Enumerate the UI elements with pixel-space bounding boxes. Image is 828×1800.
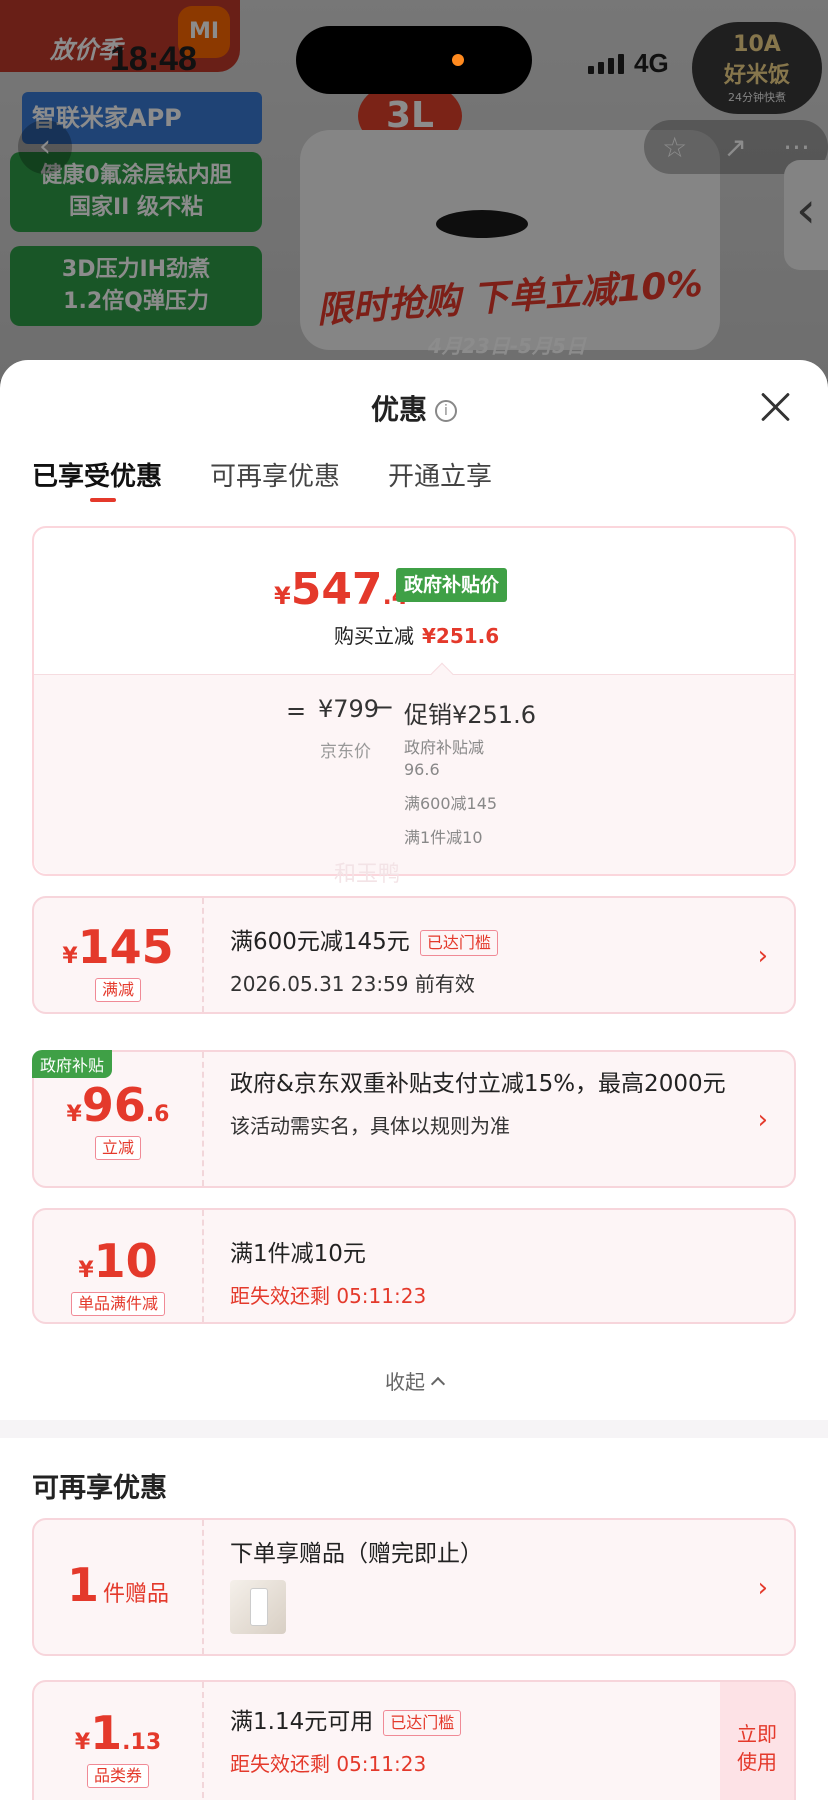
chevron-up-icon	[430, 1376, 446, 1391]
promo-item: 满600减145	[404, 794, 498, 813]
tab-bar: 已享受优惠 可再享优惠 开通立享	[0, 450, 828, 512]
coupon-amount-block: ¥10 单品满件减	[34, 1210, 204, 1322]
coupon-detail: 满600元减145元 已达门槛 2026.05.31 23:59 前有效	[230, 926, 744, 997]
coupon-note: 该活动需实名，具体以规则为准	[230, 1114, 510, 1138]
tab-more[interactable]: 可再享优惠	[210, 450, 340, 512]
gift-thumbnail[interactable]	[230, 1580, 286, 1634]
coupon-amount-block: ¥1.13 品类券	[34, 1682, 204, 1800]
coupon-type-tag: 立减	[94, 1136, 141, 1160]
price-summary-card: ¥547.4 政府补贴价 购买立减¥251.6 = ¥799 京东价 − 促销¥…	[32, 526, 796, 887]
promo-items: 政府补贴减96.6 满600减145 满1件减10	[404, 737, 514, 861]
price-breakdown: = ¥799 京东价 − 促销¥251.6 政府补贴减96.6 满600减145…	[34, 662, 794, 874]
jd-price-label: 京东价	[320, 742, 371, 762]
status-icons: 4G	[588, 48, 669, 79]
final-price: ¥547.4	[274, 564, 408, 615]
promo-item: 政府补贴减96.6	[404, 738, 485, 779]
coupon-detail: 满1件减10元 距失效还剩 05:11:23	[230, 1238, 744, 1309]
gift-detail: 下单享赠品（赠完即止）	[230, 1538, 744, 1638]
coupon-countdown: 距失效还剩 05:11:23	[230, 1284, 427, 1308]
price-top: ¥547.4 政府补贴价 购买立减¥251.6	[34, 528, 794, 674]
sheet-header: 优惠 i	[0, 360, 828, 450]
coupon-card-full-reduction[interactable]: ¥145 满减 满600元减145元 已达门槛 2026.05.31 23:59 …	[32, 896, 796, 1014]
section-title-more: 可再享优惠	[32, 1473, 167, 1504]
close-icon[interactable]	[758, 390, 792, 424]
coupon-detail: 满1.14元可用 已达门槛 距失效还剩 05:11:23	[230, 1706, 704, 1777]
chevron-right-icon[interactable]: ›	[758, 1105, 768, 1135]
chevron-right-icon[interactable]: ›	[758, 941, 768, 971]
coupon-type-tag: 品类券	[86, 1764, 149, 1788]
promo-item: 满1件减10	[404, 828, 483, 847]
chevron-right-icon[interactable]: ›	[758, 1573, 768, 1603]
collapse-button[interactable]: 收起	[0, 1366, 828, 1395]
threshold-reached-badge: 已达门槛	[419, 929, 498, 956]
tab-open[interactable]: 开通立享	[388, 450, 492, 512]
coupon-card-single-item[interactable]: ¥10 单品满件减 满1件减10元 距失效还剩 05:11:23	[32, 1208, 796, 1324]
coupon-type-tag: 单品满件减	[70, 1292, 165, 1316]
use-now-button[interactable]: 立即 使用	[720, 1682, 794, 1800]
dynamic-island	[296, 26, 532, 94]
coupon-type-tag: 满减	[94, 978, 141, 1002]
gov-subsidy-tag: 政府补贴价	[396, 568, 508, 602]
gift-card[interactable]: 1 件赠品 下单享赠品（赠完即止） ›	[32, 1518, 796, 1656]
watermark: 和玉鸭	[334, 862, 401, 887]
reduce-line: 购买立减 ¥251.6	[334, 624, 500, 648]
status-time: 18:48	[110, 40, 197, 78]
sheet-title: 优惠 i	[0, 388, 828, 428]
network-label: 4G	[634, 48, 669, 78]
coupon-validity: 2026.05.31 23:59 前有效	[230, 972, 475, 996]
tab-indicator	[90, 498, 116, 502]
coupon-countdown: 距失效还剩 05:11:23	[230, 1752, 427, 1776]
category-coupon-card[interactable]: ¥1.13 品类券 满1.14元可用 已达门槛 距失效还剩 05:11:23 立即…	[32, 1680, 796, 1800]
equals-sign: =	[286, 697, 307, 725]
coupon-amount-block: ¥145 满减	[34, 898, 204, 1012]
coupon-card-gov-subsidy[interactable]: 政府补贴 ¥96.6 立减 政府&京东双重补贴支付立减15%，最高2000元 该…	[32, 1050, 796, 1188]
coupon-amount-block: ¥96.6 立减	[34, 1052, 204, 1186]
product-page-background: 放价季 MI 智联米家APP 健康0氟涂层钛内胆 国家II 级不粘 3D压力IH…	[0, 0, 828, 380]
promo-total: 促销¥251.6	[404, 701, 536, 729]
minus-sign: −	[374, 693, 395, 721]
gift-count-block: 1 件赠品	[34, 1520, 204, 1654]
discount-sheet: 优惠i 已享受优惠 可再享优惠 开通立享 ¥547.4 政府补贴价 购买立减¥2…	[0, 360, 828, 1800]
signal-icon	[588, 53, 624, 74]
info-icon[interactable]: i	[435, 400, 457, 422]
tab-enjoyed[interactable]: 已享受优惠	[32, 450, 162, 512]
section-divider	[0, 1420, 828, 1438]
threshold-reached-badge: 已达门槛	[383, 1709, 462, 1736]
jd-price: ¥799	[318, 695, 380, 723]
coupon-detail: 政府&京东双重补贴支付立减15%，最高2000元 该活动需实名，具体以规则为准	[230, 1068, 744, 1139]
